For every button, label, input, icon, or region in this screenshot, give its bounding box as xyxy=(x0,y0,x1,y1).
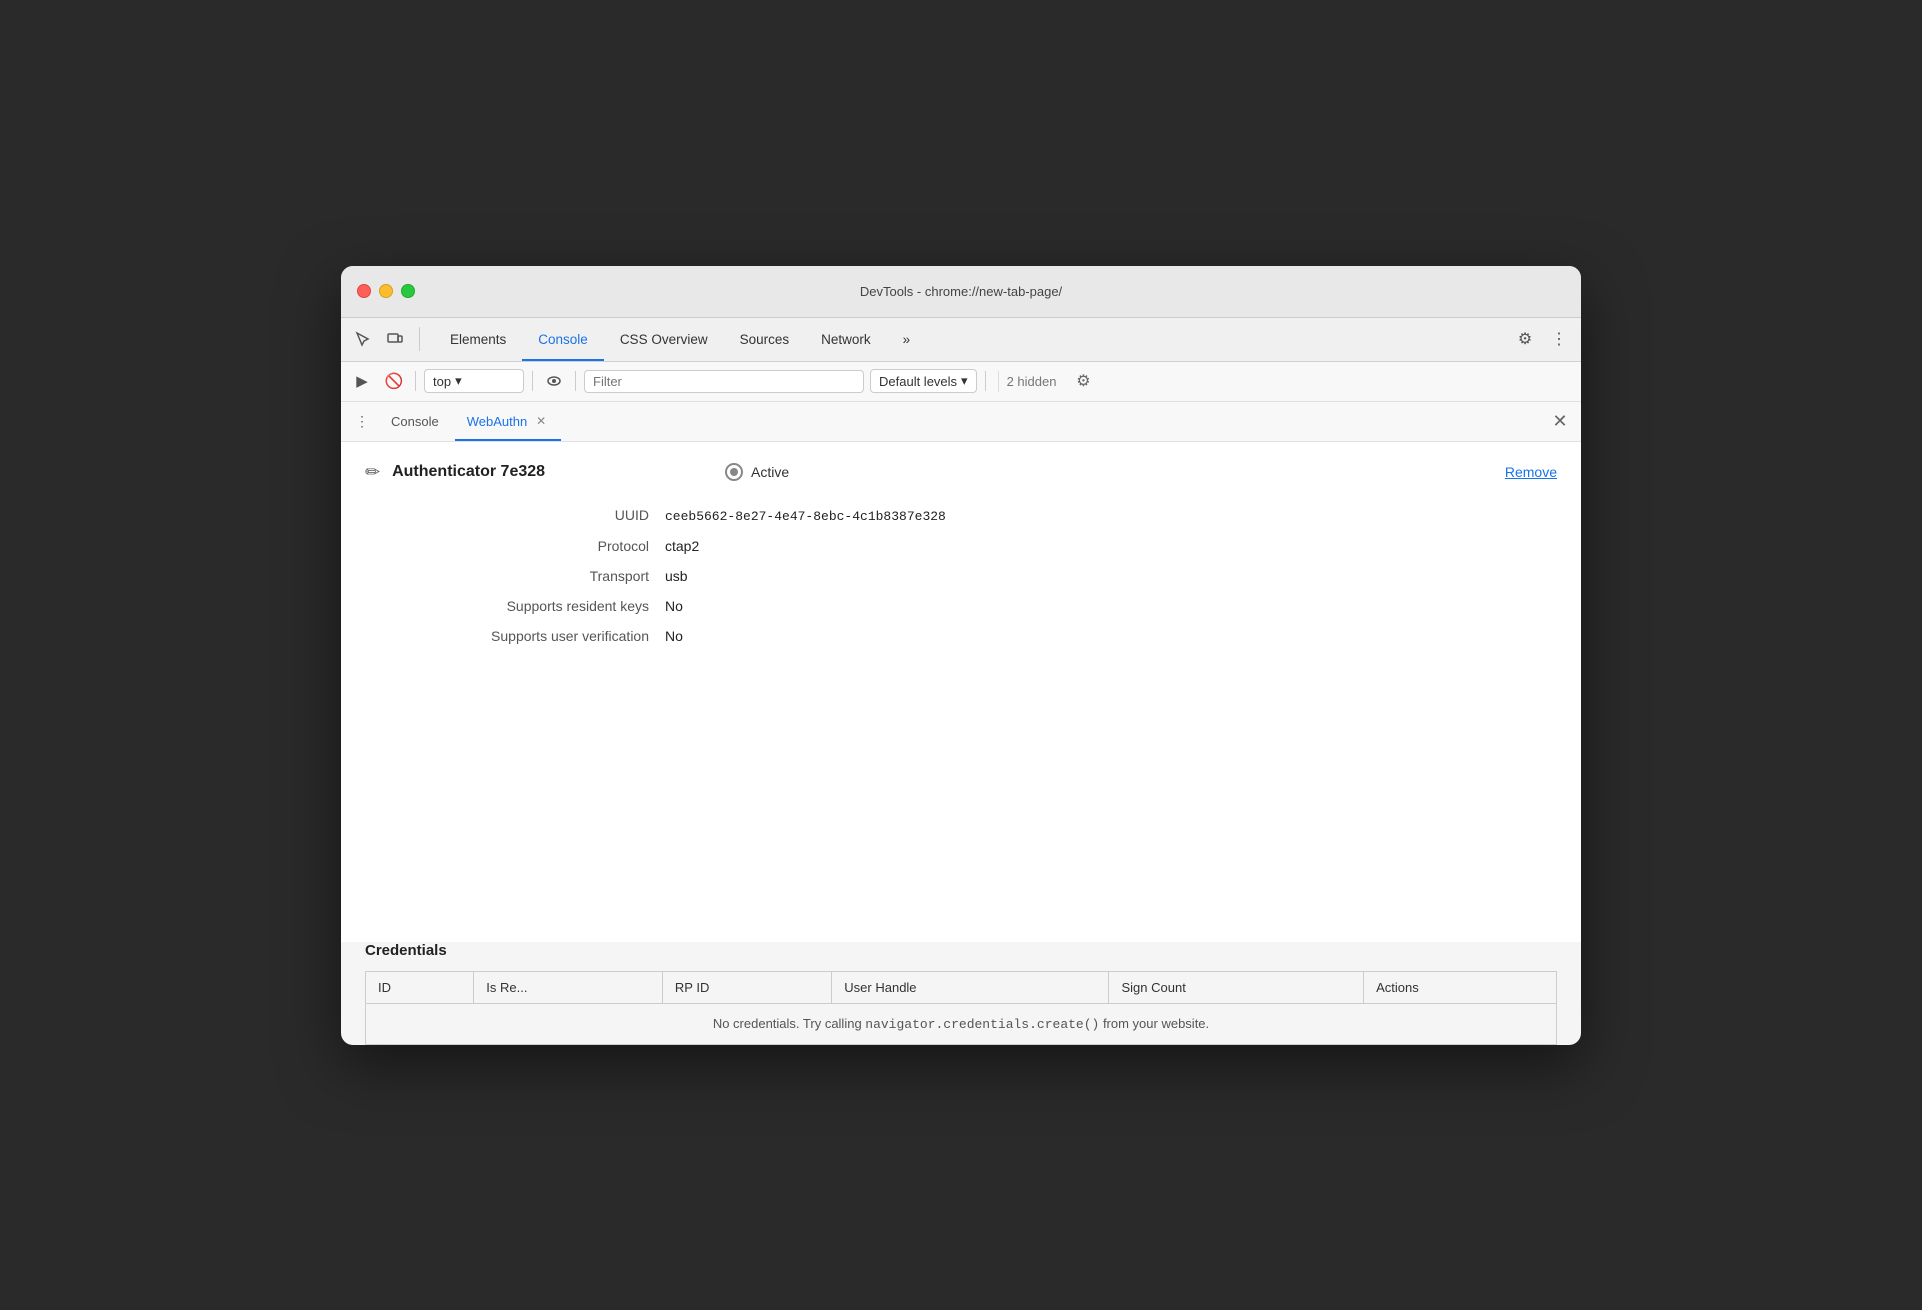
transport-value: usb xyxy=(665,568,688,584)
console-settings-button[interactable]: ⚙ xyxy=(1070,368,1096,394)
property-transport: Transport usb xyxy=(425,568,1557,584)
col-user-handle: User Handle xyxy=(832,971,1109,1003)
credentials-title: Credentials xyxy=(365,942,1557,959)
settings-button[interactable]: ⚙ xyxy=(1511,325,1539,353)
authenticator-name: Authenticator 7e328 xyxy=(392,463,545,481)
tab-css-overview[interactable]: CSS Overview xyxy=(604,318,724,361)
main-toolbar: Elements Console CSS Overview Sources Ne… xyxy=(341,318,1581,362)
console-divider-2 xyxy=(532,371,533,391)
devtools-window: DevTools - chrome://new-tab-page/ Elemen… xyxy=(341,266,1581,1045)
webauthn-tab-close[interactable]: ✕ xyxy=(533,413,549,429)
credentials-empty-row: No credentials. Try calling navigator.cr… xyxy=(366,1003,1557,1044)
active-label: Active xyxy=(751,464,789,480)
tab-elements[interactable]: Elements xyxy=(434,318,522,361)
resident-keys-value: No xyxy=(665,598,683,614)
credentials-table: ID Is Re... RP ID User Handle Sign Count… xyxy=(365,971,1557,1045)
close-button[interactable] xyxy=(357,284,371,298)
console-divider-1 xyxy=(415,371,416,391)
console-toolbar: ▶ 🚫 top ▾ Default levels ▾ 2 hidden ⚙ xyxy=(341,362,1581,402)
drawer-close-button[interactable]: ✕ xyxy=(1547,408,1573,434)
uuid-label: UUID xyxy=(425,507,665,523)
user-verification-value: No xyxy=(665,628,683,644)
credentials-section: Credentials ID Is Re... RP ID User Handl… xyxy=(341,942,1581,1045)
levels-selector[interactable]: Default levels ▾ xyxy=(870,369,977,393)
edit-icon[interactable]: ✏ xyxy=(365,462,380,483)
drawer-tab-console[interactable]: Console xyxy=(379,402,451,441)
active-indicator: Active xyxy=(725,463,789,481)
tab-sources[interactable]: Sources xyxy=(724,318,806,361)
filter-input[interactable] xyxy=(584,370,864,393)
col-sign-count: Sign Count xyxy=(1109,971,1364,1003)
clear-button[interactable]: 🚫 xyxy=(381,368,407,394)
tab-console[interactable]: Console xyxy=(522,318,604,361)
col-is-re: Is Re... xyxy=(474,971,663,1003)
minimize-button[interactable] xyxy=(379,284,393,298)
credentials-header-row: ID Is Re... RP ID User Handle Sign Count… xyxy=(366,971,1557,1003)
context-selector[interactable]: top ▾ xyxy=(424,369,524,393)
execute-button[interactable]: ▶ xyxy=(349,368,375,394)
col-id: ID xyxy=(366,971,474,1003)
protocol-label: Protocol xyxy=(425,538,665,554)
webauthn-content: ✏ Authenticator 7e328 Active Remove UUID… xyxy=(341,442,1581,942)
toolbar-tabs: Elements Console CSS Overview Sources Ne… xyxy=(434,318,1511,361)
user-verification-label: Supports user verification xyxy=(425,628,665,644)
console-divider-4 xyxy=(985,371,986,391)
protocol-value: ctap2 xyxy=(665,538,699,554)
credentials-empty-message: No credentials. Try calling navigator.cr… xyxy=(366,1003,1557,1044)
drawer-tab-bar: ⋮ Console WebAuthn ✕ ✕ xyxy=(341,402,1581,442)
col-actions: Actions xyxy=(1364,971,1557,1003)
toolbar-divider-1 xyxy=(419,327,420,351)
property-resident-keys: Supports resident keys No xyxy=(425,598,1557,614)
authenticator-header: ✏ Authenticator 7e328 Active Remove xyxy=(365,462,1557,483)
maximize-button[interactable] xyxy=(401,284,415,298)
property-user-verification: Supports user verification No xyxy=(425,628,1557,644)
eye-button[interactable] xyxy=(541,368,567,394)
property-uuid: UUID ceeb5662-8e27-4e47-8ebc-4c1b8387e32… xyxy=(425,507,1557,524)
tab-more[interactable]: » xyxy=(887,318,927,361)
property-protocol: Protocol ctap2 xyxy=(425,538,1557,554)
radio-inner xyxy=(730,468,738,476)
window-title: DevTools - chrome://new-tab-page/ xyxy=(860,284,1062,299)
remove-button[interactable]: Remove xyxy=(1505,464,1557,480)
properties-table: UUID ceeb5662-8e27-4e47-8ebc-4c1b8387e32… xyxy=(425,507,1557,644)
resident-keys-label: Supports resident keys xyxy=(425,598,665,614)
drawer-tab-webauthn[interactable]: WebAuthn ✕ xyxy=(455,402,561,441)
more-options-button[interactable]: ⋮ xyxy=(1545,325,1573,353)
device-toggle-icon[interactable] xyxy=(381,325,409,353)
inspect-icon[interactable] xyxy=(349,325,377,353)
drawer-more-button[interactable]: ⋮ xyxy=(349,408,375,434)
active-radio[interactable] xyxy=(725,463,743,481)
title-bar: DevTools - chrome://new-tab-page/ xyxy=(341,266,1581,318)
hidden-count: 2 hidden xyxy=(998,371,1065,392)
traffic-lights xyxy=(357,284,415,298)
transport-label: Transport xyxy=(425,568,665,584)
tab-network[interactable]: Network xyxy=(805,318,887,361)
uuid-value: ceeb5662-8e27-4e47-8ebc-4c1b8387e328 xyxy=(665,509,946,524)
col-rp-id: RP ID xyxy=(662,971,831,1003)
toolbar-right: ⚙ ⋮ xyxy=(1511,325,1573,353)
console-divider-3 xyxy=(575,371,576,391)
toolbar-icons xyxy=(349,325,426,353)
